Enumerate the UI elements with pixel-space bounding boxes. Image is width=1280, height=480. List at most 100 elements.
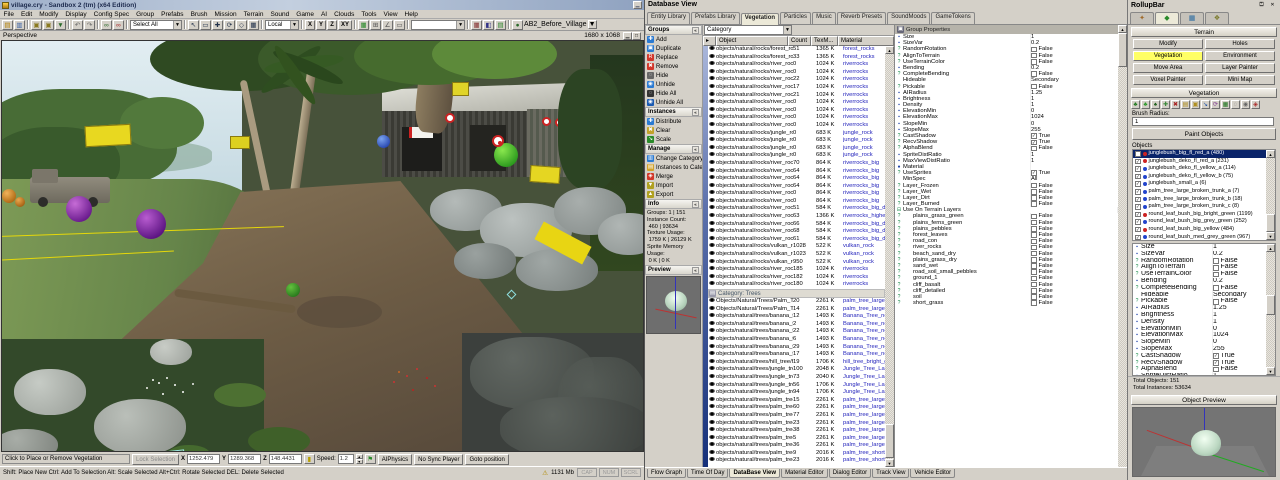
cell-material[interactable]: palm_tree_large bbox=[843, 397, 885, 405]
tab-particles[interactable]: Particles bbox=[780, 12, 811, 24]
checkbox[interactable] bbox=[1031, 59, 1037, 65]
cell-material[interactable]: riverrocks_big_dry bbox=[843, 205, 885, 213]
property-value[interactable]: 1 bbox=[1031, 158, 1118, 164]
vegetation-object-item[interactable]: ✓round_leaf_bush_big_bright_green (1199) bbox=[1133, 211, 1266, 219]
axis-y-button[interactable]: Y bbox=[316, 20, 326, 30]
vegetation-rollup-header[interactable]: Vegetation bbox=[1131, 88, 1277, 98]
property-value[interactable]: 0.2 bbox=[1213, 278, 1266, 285]
veg-random-rotate-icon[interactable]: ⟳ bbox=[1211, 100, 1220, 109]
cell-material[interactable]: palm_tree_large bbox=[843, 442, 885, 450]
visibility-eye-icon[interactable] bbox=[708, 54, 716, 62]
table-row[interactable]: objects/natural/rocks/jungle_rocks/jungl… bbox=[708, 152, 885, 160]
environment-button[interactable]: Environment bbox=[1205, 51, 1275, 61]
scroll-up-icon[interactable]: ▲ bbox=[1266, 244, 1275, 252]
table-row[interactable]: objects/natural/rocks/river_rocks/riverr… bbox=[708, 183, 885, 191]
clear-button[interactable]: ✖Clear bbox=[645, 126, 702, 135]
replace-button[interactable]: RReplace bbox=[645, 53, 702, 62]
property-row[interactable]: ▪AIRadius1.25 bbox=[1133, 305, 1266, 312]
section-header-manage[interactable]: Manage« bbox=[645, 144, 702, 154]
collapse-icon[interactable]: « bbox=[692, 267, 699, 274]
menu-tools[interactable]: Tools bbox=[358, 11, 380, 18]
table-row[interactable]: objects/natural/trees/palm_tree/palm_tre… bbox=[708, 457, 885, 465]
layer-painter-button[interactable]: Layer Painter bbox=[1205, 63, 1275, 73]
redo-icon[interactable]: ↷ bbox=[84, 20, 95, 30]
checkbox[interactable] bbox=[1031, 226, 1037, 232]
open-folder-icon[interactable]: ▤ bbox=[2, 20, 13, 30]
menu-file[interactable]: File bbox=[0, 11, 17, 18]
property-row[interactable]: HideableSecondary bbox=[1133, 292, 1266, 299]
menu-help[interactable]: Help bbox=[401, 11, 421, 18]
veg-add-group-icon[interactable]: ♣ bbox=[1131, 100, 1140, 109]
unhide-all-button[interactable]: ◉Unhide All bbox=[645, 98, 702, 107]
checkbox[interactable]: ✓ bbox=[1135, 181, 1141, 187]
veg-distribute-icon[interactable]: ✚ bbox=[1161, 100, 1170, 109]
save-icon[interactable]: ▥ bbox=[14, 20, 25, 30]
speed-field[interactable] bbox=[338, 454, 354, 464]
checkbox[interactable] bbox=[1031, 251, 1037, 257]
section-header-groups[interactable]: Groups« bbox=[645, 25, 702, 35]
property-row[interactable]: ▪ElevationMin0 bbox=[1133, 326, 1266, 333]
section-header-preview[interactable]: Preview« bbox=[645, 265, 702, 275]
table-row[interactable]: objects/natural/trees/banana_tree/banan.… bbox=[708, 344, 885, 352]
cell-material[interactable]: riverrocks bbox=[843, 84, 885, 92]
property-row[interactable]: ?RandomRotationFalse bbox=[1133, 258, 1266, 265]
table-row[interactable]: objects/natural/trees/palm_tree/palm_tre… bbox=[708, 450, 885, 458]
goto-position-button[interactable]: Goto position bbox=[465, 454, 508, 465]
visibility-eye-icon[interactable] bbox=[708, 183, 716, 191]
chevron-down-icon[interactable]: ▼ bbox=[588, 20, 597, 29]
rollup-tab-layers-icon[interactable]: ❖ bbox=[1205, 12, 1229, 24]
cell-material[interactable]: riverrocks bbox=[843, 281, 885, 289]
cell-material[interactable]: riverrocks_big_dry bbox=[843, 221, 885, 229]
table-row[interactable]: objects/natural/rocks/jungle_rocks/jungl… bbox=[708, 137, 885, 145]
properties-scrollbar[interactable]: ▲ bbox=[1118, 25, 1127, 467]
cell-material[interactable]: forest_rocks bbox=[843, 54, 885, 62]
goto-flag-icon[interactable]: ⚑ bbox=[365, 454, 376, 464]
cell-material[interactable]: palm_tree_large bbox=[843, 306, 885, 314]
collapse-icon[interactable]: « bbox=[692, 109, 699, 116]
checkbox[interactable]: ✓ bbox=[1135, 204, 1141, 210]
table-row[interactable]: objects/natural/trees/palm_tree/palm_tre… bbox=[708, 397, 885, 405]
cell-material[interactable]: riverrocks bbox=[843, 92, 885, 100]
visibility-eye-icon[interactable] bbox=[708, 46, 716, 54]
mini-map-button[interactable]: Mini Map bbox=[1205, 75, 1275, 85]
vegetation-object-item[interactable]: ✓palm_tree_large_broken_trunk_a (7) bbox=[1133, 188, 1266, 196]
cell-material[interactable]: riverrocks bbox=[843, 266, 885, 274]
x-coord-field[interactable] bbox=[187, 454, 220, 464]
scale-tool-icon[interactable]: ◇ bbox=[236, 20, 247, 30]
rollup-tab-display-icon[interactable]: ▦ bbox=[1180, 12, 1204, 24]
table-row[interactable]: Objects/Natural/Trees/Palm_Tree/Palm_Tr.… bbox=[708, 306, 885, 314]
cell-material[interactable]: riverrocks_big bbox=[843, 198, 885, 206]
viewport-canvas[interactable] bbox=[1, 40, 644, 452]
current-layer-combo[interactable]: AB2_Before_Village bbox=[524, 21, 587, 28]
table-row[interactable]: objects/natural/rocks/river_rocks/riverr… bbox=[708, 168, 885, 176]
layer-list-icon[interactable]: ▤ bbox=[495, 20, 506, 30]
cell-material[interactable]: Banana_Tree_new bbox=[843, 321, 885, 329]
axis-z-button[interactable]: Z bbox=[327, 20, 337, 30]
vegetation-object-item[interactable]: ✓junglebush_big_fl_red_a (480) bbox=[1133, 150, 1266, 158]
cell-material[interactable]: palm_tree_short bbox=[843, 450, 885, 458]
property-row[interactable]: ▪Density1 bbox=[1133, 319, 1266, 326]
visibility-eye-icon[interactable] bbox=[708, 435, 716, 443]
table-row[interactable]: objects/natural/trees/palm_tree/palm_tre… bbox=[708, 420, 885, 428]
object-preview-viewport[interactable] bbox=[1132, 407, 1276, 477]
table-row[interactable]: objects/natural/trees/jungle_tree_large/… bbox=[708, 382, 885, 390]
table-row[interactable]: objects/natural/rocks/river_rocks/riverr… bbox=[708, 205, 885, 213]
visibility-eye-icon[interactable] bbox=[708, 281, 716, 289]
cell-material[interactable]: vulkan_rock bbox=[843, 243, 885, 251]
checkbox[interactable]: ✓ bbox=[1135, 189, 1141, 195]
axis-xy-button[interactable]: XY bbox=[338, 20, 352, 30]
scroll-up-icon[interactable]: ▲ bbox=[885, 46, 894, 54]
property-row[interactable]: ?RecvShadow✓True bbox=[1133, 360, 1266, 367]
collapse-icon[interactable]: « bbox=[692, 146, 699, 153]
menu-terrain[interactable]: Terrain bbox=[240, 11, 267, 18]
checkbox[interactable] bbox=[1031, 294, 1037, 300]
property-value[interactable]: ✓True bbox=[1213, 353, 1266, 360]
property-row[interactable]: ?PickableFalse bbox=[1133, 298, 1266, 305]
menu-clouds[interactable]: Clouds bbox=[331, 11, 358, 18]
table-row[interactable]: objects/natural/rocks/river_rocks/riverr… bbox=[708, 236, 885, 244]
table-row[interactable]: objects/natural/rocks/forest_rocks/fores… bbox=[708, 54, 885, 62]
table-row[interactable]: objects/natural/rocks/river_rocks/riverr… bbox=[708, 175, 885, 183]
table-row[interactable]: objects/natural/rocks/river_rocks/inwate… bbox=[708, 114, 885, 122]
property-value[interactable]: 1.25 bbox=[1213, 305, 1266, 312]
column-header-texm[interactable]: TexM... bbox=[811, 36, 838, 46]
